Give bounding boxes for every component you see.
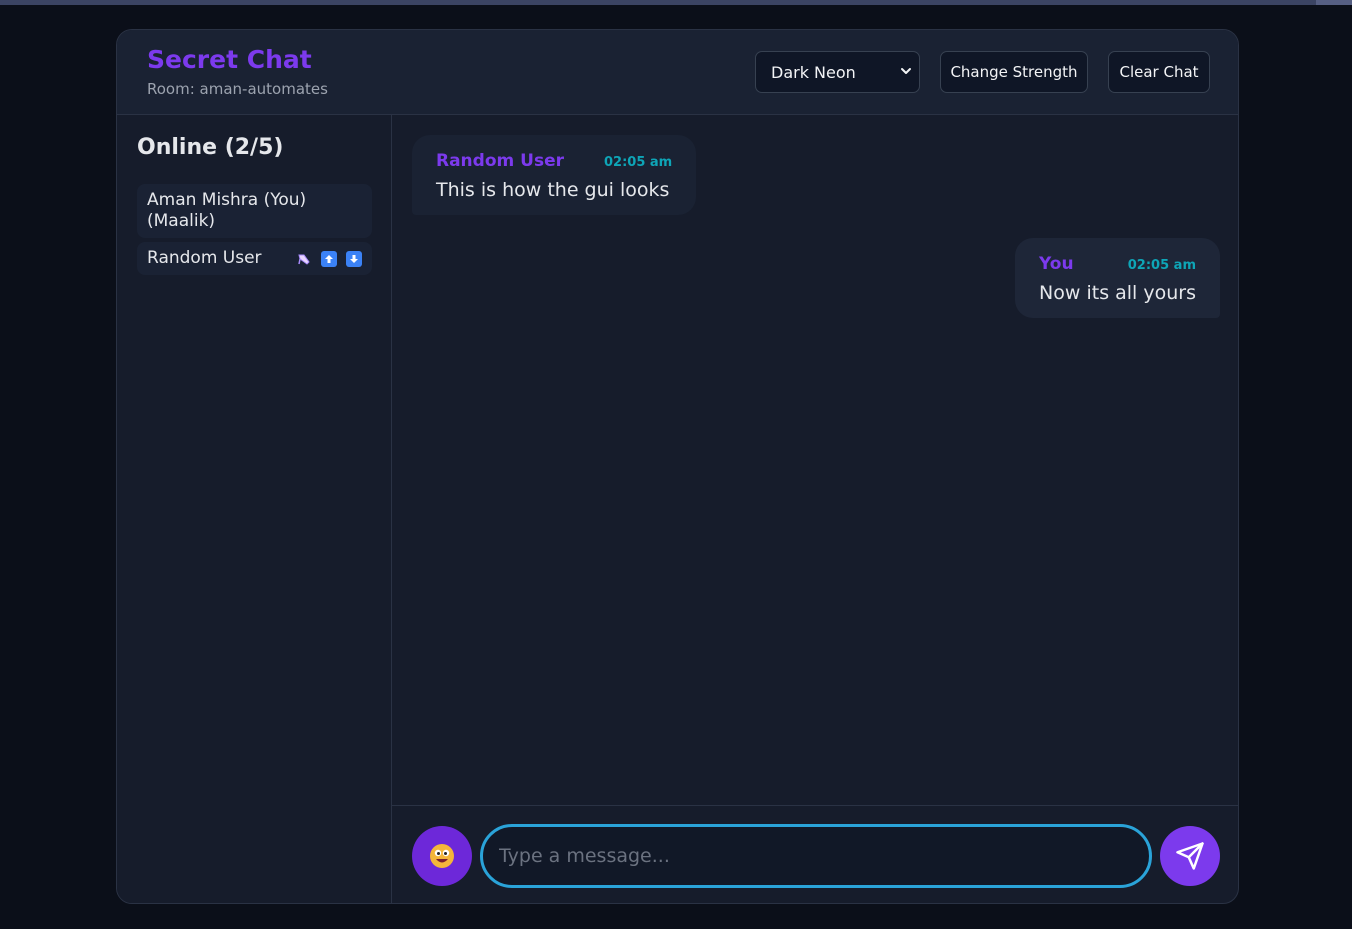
theme-select-value: Dark Neon: [771, 62, 856, 82]
change-strength-button[interactable]: Change Strength: [940, 51, 1088, 93]
message-header: Random User 02:05 am: [436, 151, 672, 171]
send-button[interactable]: [1160, 826, 1220, 886]
emoji-button[interactable]: [412, 826, 472, 886]
kick-icon-svg: [298, 254, 310, 265]
message-list: Random User 02:05 am This is how the gui…: [392, 115, 1238, 805]
message-header: You 02:05 am: [1039, 254, 1196, 274]
browser-top-strip-tail: [1316, 0, 1352, 5]
clear-chat-button[interactable]: Clear Chat: [1108, 51, 1210, 93]
user-item-self[interactable]: Aman Mishra (You) (Maalik): [137, 184, 372, 238]
message-time: 02:05 am: [603, 155, 673, 170]
online-count-title: Online (2/5): [137, 135, 284, 160]
user-item-random-user[interactable]: Random User: [137, 242, 372, 275]
browser-top-strip: [0, 0, 1352, 5]
chat-window: Secret Chat Room: aman-automates Dark Ne…: [116, 29, 1239, 904]
message-sender: Random User: [436, 151, 564, 171]
app-title: Secret Chat: [147, 45, 312, 74]
user-name: Random User: [147, 248, 262, 268]
room-label: Room: aman-automates: [147, 80, 328, 98]
smiley-emoji-icon: [430, 844, 454, 868]
message-time: 02:05 am: [1127, 258, 1196, 273]
message-composer: [392, 805, 1238, 903]
arrow-down-icon: [350, 254, 358, 263]
chevron-down-icon: [901, 68, 911, 74]
user-actions: [296, 250, 362, 267]
send-icon: [1176, 842, 1204, 870]
arrow-up-icon: [325, 254, 333, 263]
message-sender: You: [1039, 254, 1074, 274]
user-list: Aman Mishra (You) (Maalik) Random User: [137, 184, 372, 279]
message-text: Now its all yours: [1039, 282, 1196, 304]
promote-icon[interactable]: [321, 250, 337, 267]
message-input[interactable]: [480, 824, 1152, 888]
theme-select[interactable]: Dark Neon: [755, 51, 920, 93]
message-text: This is how the gui looks: [436, 179, 670, 201]
kick-icon[interactable]: [296, 251, 312, 267]
chat-header: Secret Chat Room: aman-automates Dark Ne…: [117, 30, 1238, 115]
message-outgoing: You 02:05 am Now its all yours: [1015, 238, 1220, 318]
user-name: Aman Mishra (You) (Maalik): [147, 190, 307, 231]
online-sidebar: Online (2/5) Aman Mishra (You) (Maalik) …: [117, 115, 392, 903]
message-incoming: Random User 02:05 am This is how the gui…: [412, 135, 697, 215]
demote-icon[interactable]: [346, 250, 362, 267]
